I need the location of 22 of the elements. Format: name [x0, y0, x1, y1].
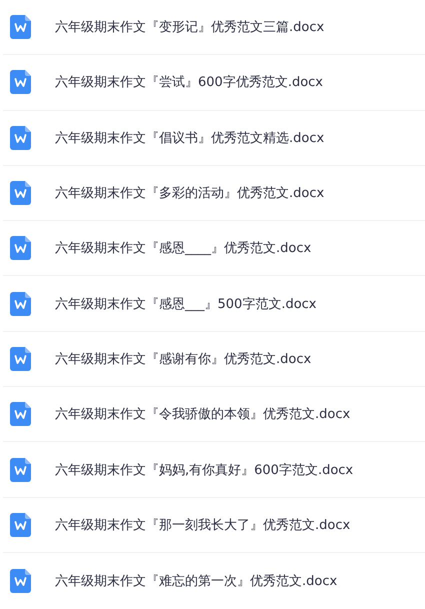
- file-name[interactable]: 六年级期末作文『倡议书』优秀范文精选.docx: [55, 128, 324, 147]
- file-name[interactable]: 六年级期末作文『多彩的活动』优秀范文.docx: [55, 184, 324, 202]
- file-name[interactable]: 六年级期末作文『变形记』优秀范文三篇.docx: [55, 18, 324, 36]
- document-icon: [10, 126, 31, 150]
- document-icon: [10, 181, 31, 206]
- file-name[interactable]: 六年级期末作文『那一刻我长大了』优秀范文.docx: [55, 516, 350, 534]
- file-name[interactable]: 六年级期末作文『感谢有你』优秀范文.docx: [55, 350, 312, 368]
- document-icon: [10, 402, 31, 426]
- document-icon: [10, 15, 31, 40]
- document-icon: [10, 458, 31, 482]
- file-name[interactable]: 六年级期末作文『尝试』600字优秀范文.docx: [55, 73, 323, 92]
- document-icon: [10, 236, 31, 260]
- file-name[interactable]: 六年级期末作文『令我骄傲的本领』优秀范文.docx: [55, 405, 350, 424]
- document-icon: [10, 568, 31, 593]
- document-icon: [10, 346, 31, 371]
- file-name[interactable]: 六年级期末作文『妈妈,有你真好』600字范文.docx: [55, 460, 354, 479]
- document-icon: [10, 512, 31, 537]
- document-icon: [10, 292, 31, 316]
- document-icon: [10, 70, 31, 94]
- file-name[interactable]: 六年级期末作文『感恩____』优秀范文.docx: [55, 239, 312, 258]
- file-name[interactable]: 六年级期末作文『感恩___』500字范文.docx: [55, 294, 316, 313]
- file-name[interactable]: 六年级期末作文『难忘的第一次』优秀范文.docx: [55, 572, 338, 590]
